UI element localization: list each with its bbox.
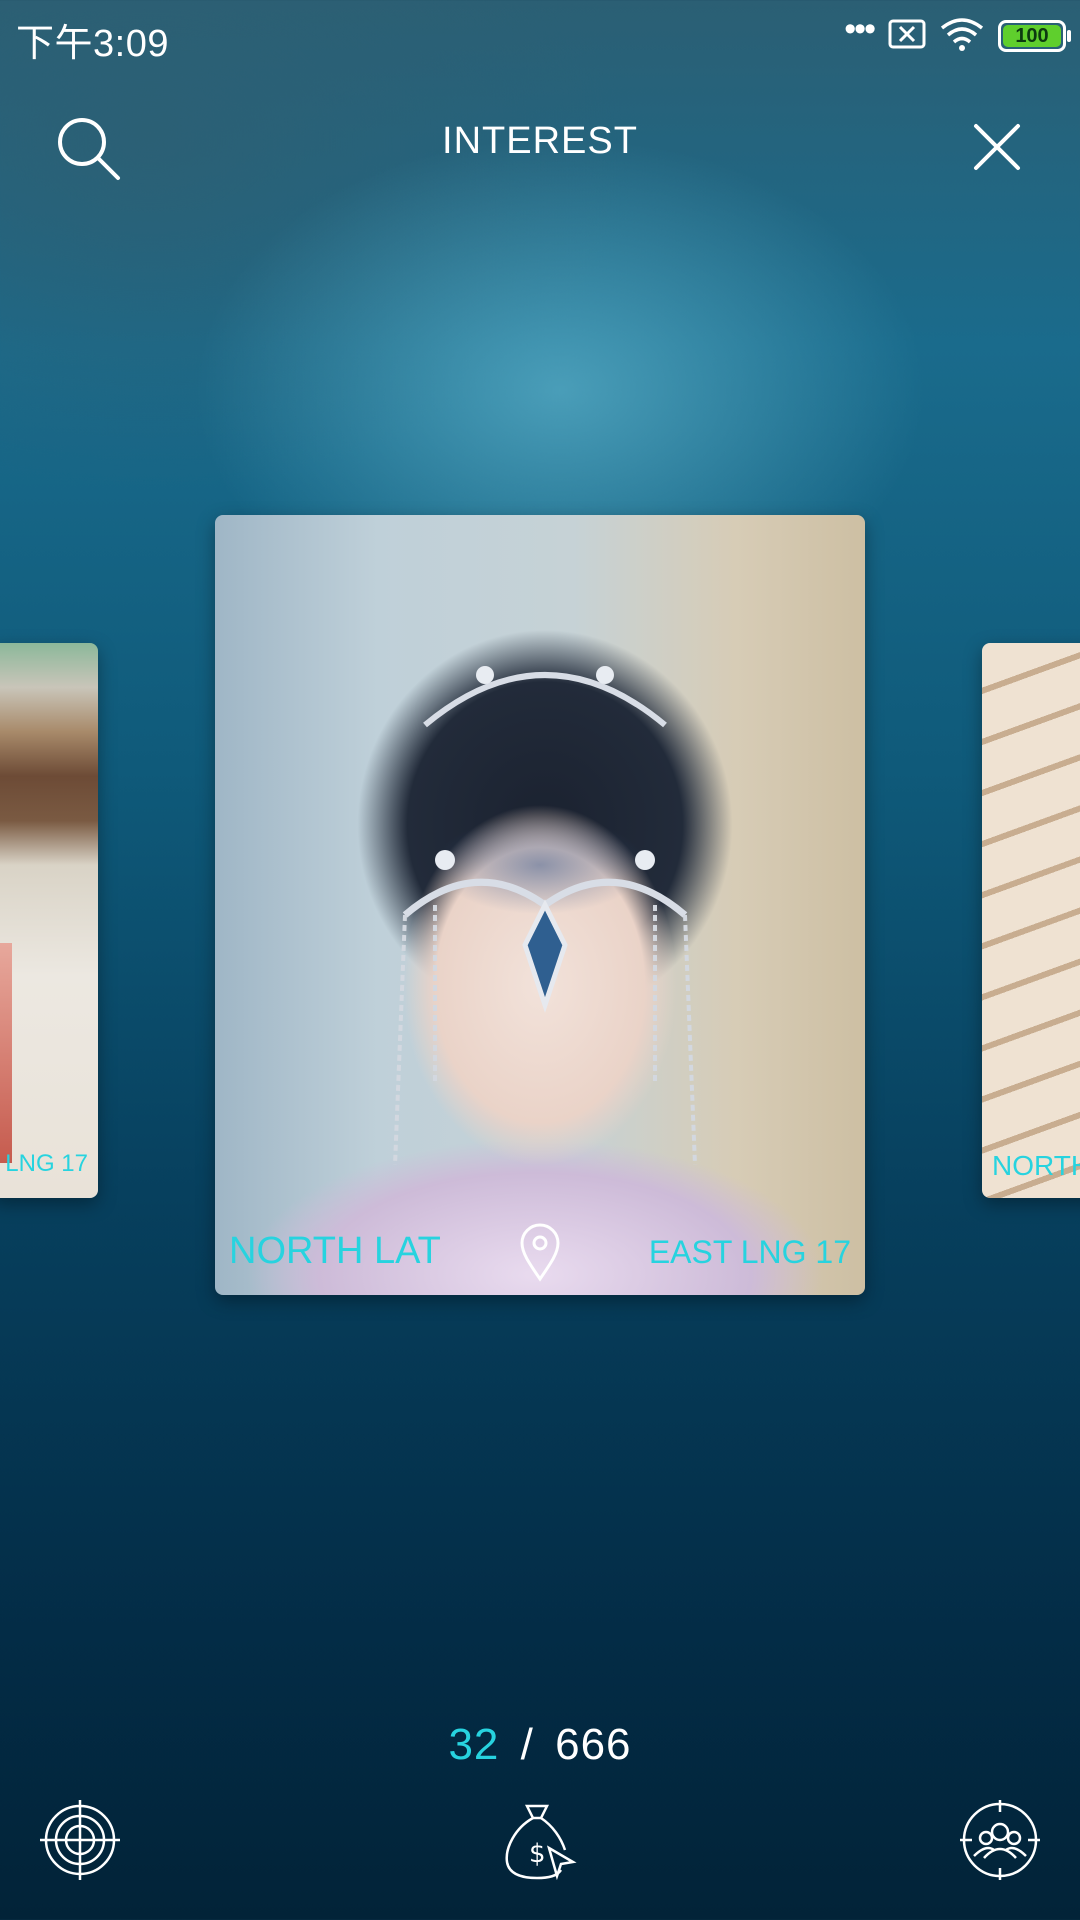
page-title: INTEREST [442,120,638,162]
close-button[interactable] [962,112,1032,182]
status-bar: 下午3:09 ••• 100 [0,0,1080,70]
status-icons: ••• 100 [844,10,1071,58]
wifi-icon [940,16,984,57]
card-current-photo [393,666,697,1165]
page-total: 666 [555,1720,632,1769]
locate-button[interactable] [40,1800,120,1880]
card-previous-photo [0,943,12,1163]
crosshair-icon [40,1800,120,1880]
card-current[interactable]: NORTH LAT EAST LNG 17 [215,515,865,1295]
page-counter: 32 / 666 [0,1720,1080,1770]
longitude-label: EAST LNG 17 [648,1234,851,1270]
card-next[interactable]: NORTH [982,643,1080,1198]
group-target-icon [960,1800,1040,1880]
battery-icon: 100 [998,20,1071,52]
more-dots-icon: ••• [844,10,876,48]
latitude-label: NORTH LAT [229,1230,441,1272]
svg-text:$: $ [529,1839,546,1869]
money-button[interactable]: $ [497,1800,577,1881]
card-previous[interactable]: LNG 17 [0,643,98,1198]
page-separator: / [520,1720,534,1769]
close-icon [974,124,1020,170]
card-previous-label: LNG 17 [5,1150,88,1177]
top-bar: INTEREST [0,92,1080,192]
group-target-button[interactable] [960,1800,1040,1880]
money-bag-icon: $ [505,1804,577,1881]
battery-level: 100 [1015,24,1049,47]
sim-x-icon [888,19,926,54]
location-pin-icon[interactable] [517,1221,563,1283]
page-current: 32 [448,1720,500,1769]
card-next-label: NORTH [992,1150,1080,1181]
status-time: 下午3:09 [16,23,169,65]
